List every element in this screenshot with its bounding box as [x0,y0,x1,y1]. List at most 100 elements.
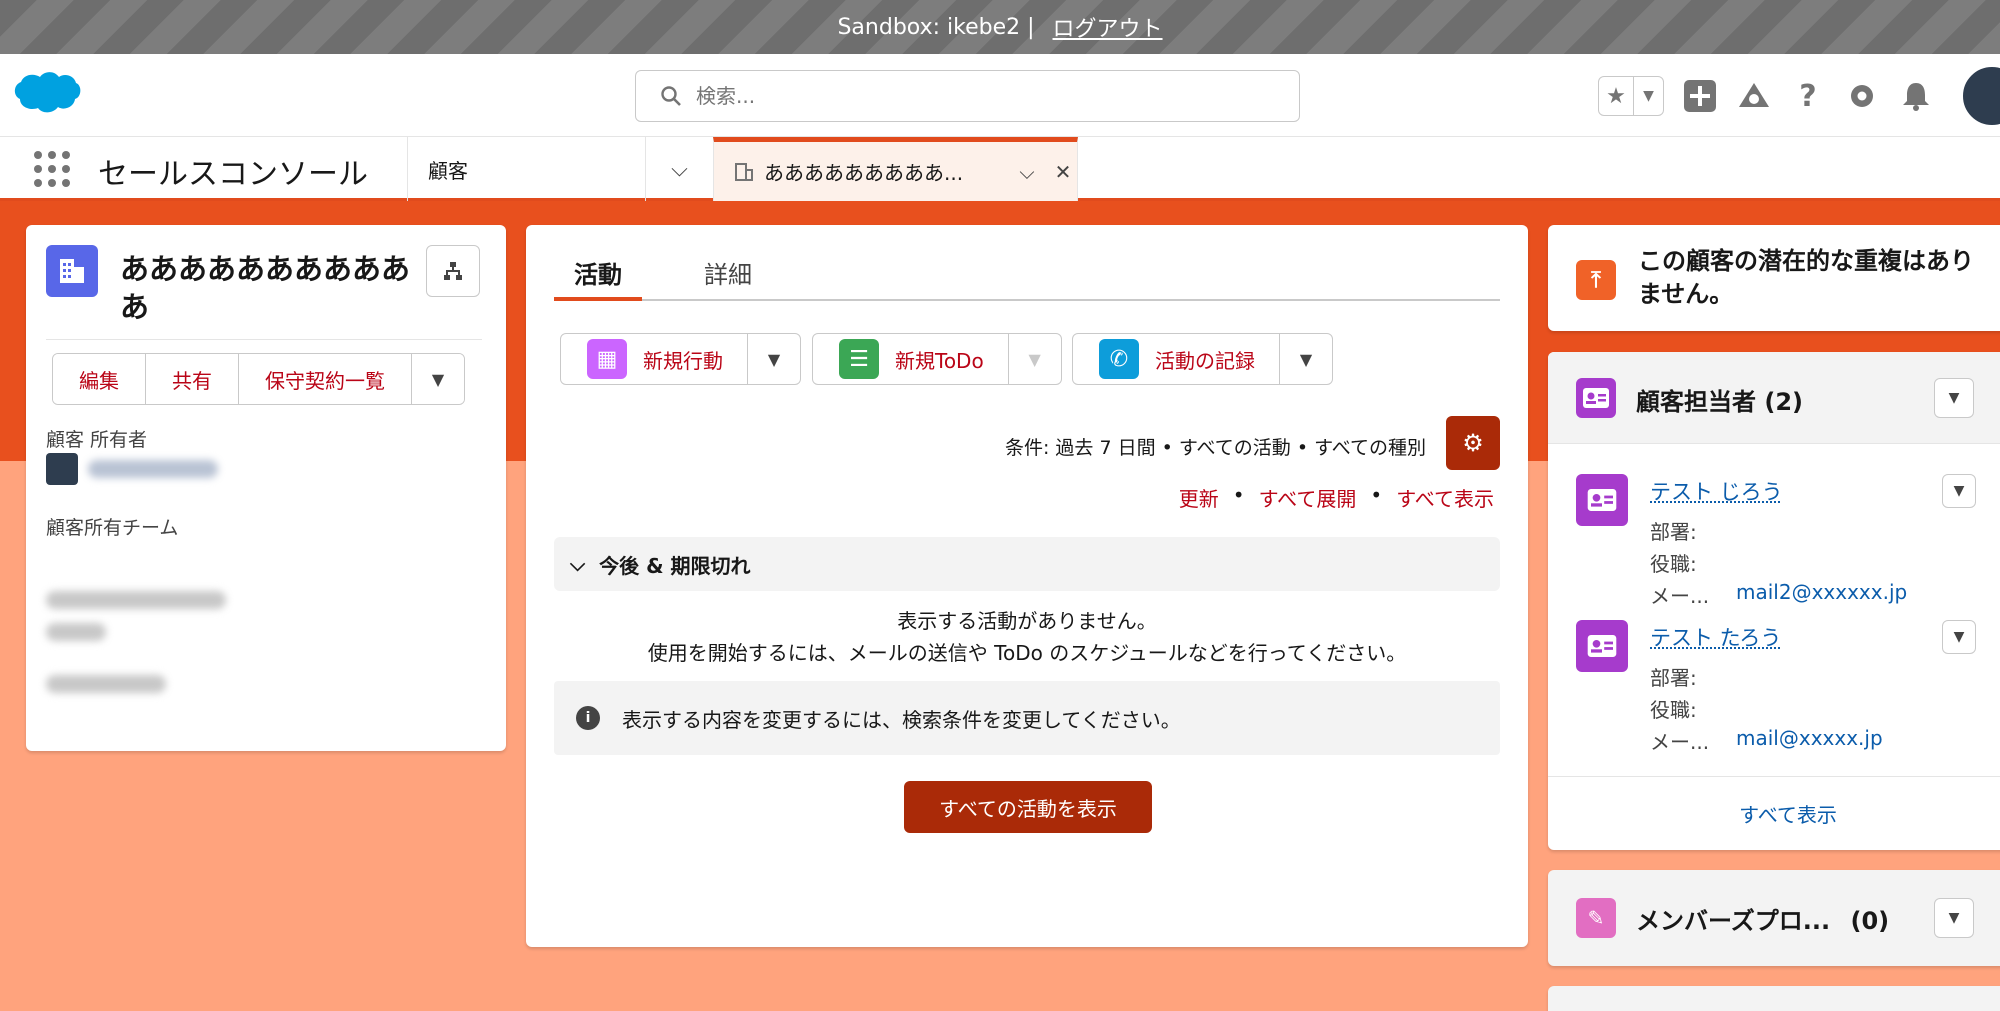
next-related-list [1548,986,2000,1011]
contact-item: テスト じろう 部署: 役職: メー... mail2@xxxxxx.jp ▼ [1576,474,2000,614]
filter-settings-gear-icon[interactable]: ⚙ [1446,416,1500,470]
department-label: 部署: [1650,666,1697,690]
empty-hint: 使用を開始するには、メールの送信や ToDo のスケジュールなどを行ってください… [647,641,1407,665]
filter-summary: 条件: 過去 7 日間 • すべての活動 • すべての種別 [1004,437,1426,459]
nav-menu-chevron-icon[interactable]: ⌵ [645,137,713,201]
contacts-title[interactable]: 顧客担当者 (2) [1636,382,1803,417]
redacted-field-3 [46,675,166,693]
favorites-group: ★ ▼ [1598,76,1664,116]
sandbox-label: Sandbox: ikebe2 | [837,14,1035,40]
log-call-button[interactable]: ✆ 活動の記録 [1073,334,1280,384]
link-separator: • [1370,483,1383,507]
phone-icon: ✆ [1099,339,1139,379]
task-list-icon: ☰ [839,339,879,379]
maintenance-contracts-button[interactable]: 保守契約一覧 [239,354,412,404]
email-label: メー... [1650,584,1710,608]
activity-card: 活動 詳細 ▦ 新規行動 ▼ ☰ 新規ToDo ▼ ✆ 活動の記録 ▼ 条件: … [526,225,1528,947]
contact-name-link[interactable]: テスト たろう [1650,622,1781,652]
contact-card-icon [1576,620,1628,672]
log-call-chevron-icon[interactable]: ▼ [1280,334,1332,384]
star-icon[interactable]: ★ [1599,77,1633,115]
redacted-field-2 [46,623,106,641]
chevron-down-icon[interactable]: ▼ [1633,77,1663,115]
user-avatar[interactable] [1960,64,2000,128]
merge-icon: ⤒ [1576,260,1616,300]
help-icon[interactable]: ? [1790,78,1826,114]
close-icon[interactable]: ✕ [1050,160,1076,184]
contact-item: テスト たろう 部署: 役職: メー... mail@xxxxx.jp ▼ [1576,620,2000,760]
account-actions: 編集 共有 保守契約一覧 ▼ [52,353,465,405]
brush-icon: ✎ [1576,898,1616,938]
app-name: セールスコンソール [98,157,368,192]
refresh-link[interactable]: 更新 [1179,483,1219,512]
trailhead-icon[interactable] [1736,78,1772,114]
account-name: あああああああああああ [120,252,411,324]
title-label: 役職: [1650,552,1697,576]
team-label: 顧客所有チーム [46,517,179,539]
new-event-chevron-icon[interactable]: ▼ [748,334,800,384]
plus-icon[interactable] [1682,78,1718,114]
workspace-tab[interactable]: あああああああああ... ⌵ ✕ [713,137,1078,201]
owner-avatar [46,453,78,485]
app-launcher-icon[interactable] [34,151,70,187]
contact-menu-chevron-icon[interactable]: ▼ [1942,474,1976,508]
global-header: ★ ▼ ? [0,54,2000,137]
contact-menu-chevron-icon[interactable]: ▼ [1942,620,1976,654]
link-separator: • [1232,483,1245,507]
members-menu-chevron-icon[interactable]: ▼ [1934,898,1974,938]
hierarchy-button[interactable] [426,245,480,297]
redacted-field-1 [46,591,226,609]
view-all-link[interactable]: すべて表示 [1396,483,1494,512]
email-link[interactable]: mail2@xxxxxx.jp [1736,580,1907,604]
members-related-list: ✎ メンバーズプロ... (0) ▼ [1548,870,2000,966]
contacts-header: 顧客担当者 (2) ▼ [1548,352,2000,444]
activity-links: 更新 • すべて展開 • すべて表示 [1179,483,1494,512]
workspace-tab-label: あああああああああ... [764,161,964,185]
tab-activity[interactable]: 活動 [554,255,642,301]
calendar-icon: ▦ [587,339,627,379]
tab-details[interactable]: 詳細 [684,255,772,301]
activity-tabs: 活動 詳細 [554,255,1500,301]
divider [46,339,482,340]
info-icon: i [576,706,600,730]
new-task-button[interactable]: ☰ 新規ToDo [813,334,1009,384]
show-all-activities-button[interactable]: すべての活動を表示 [904,781,1152,833]
search-input[interactable] [696,84,1256,108]
contacts-menu-chevron-icon[interactable]: ▼ [1934,378,1974,418]
contact-name-link[interactable]: テスト じろう [1650,476,1783,506]
hierarchy-icon [444,262,462,280]
email-label: メー... [1650,730,1710,754]
owner-value[interactable] [46,453,218,485]
contact-card-icon [1576,474,1628,526]
upcoming-overdue-section[interactable]: ⌵ 今後 & 期限切れ [554,537,1500,591]
email-link[interactable]: mail@xxxxx.jp [1736,726,1883,750]
account-icon [46,245,98,297]
members-title[interactable]: メンバーズプロ... (0) [1636,901,1889,936]
salesforce-logo[interactable] [12,69,82,117]
members-title-label: メンバーズプロ... [1636,907,1831,935]
more-actions-chevron-icon[interactable]: ▼ [412,354,464,404]
gear-icon[interactable] [1844,78,1880,114]
logout-link[interactable]: ログアウト [1053,11,1163,43]
tab-chevron-down-icon[interactable]: ⌵ [1014,160,1040,184]
new-event-button[interactable]: ▦ 新規行動 [561,334,748,384]
owner-name-redacted [88,460,218,478]
expand-all-link[interactable]: すべて展開 [1259,483,1357,512]
section-title: 今後 & 期限切れ [599,553,751,578]
bell-icon[interactable] [1898,78,1934,114]
edit-button[interactable]: 編集 [53,354,146,404]
info-text: 表示する内容を変更するには、検索条件を変更してください。 [622,707,1181,732]
app-navigation: セールスコンソール 顧客 ⌵ あああああああああ... ⌵ ✕ [0,137,2000,201]
contacts-view-all-link[interactable]: すべて表示 [1548,776,2000,850]
new-event-label: 新規行動 [643,348,723,373]
share-button[interactable]: 共有 [146,354,239,404]
members-count: (0) [1850,907,1890,935]
contacts-related-list: 顧客担当者 (2) ▼ テスト じろう 部署: 役職: メー... mail2@… [1548,352,2000,850]
title-label: 役職: [1650,698,1697,722]
global-search[interactable] [635,70,1300,122]
building-icon [735,162,753,181]
nav-item-account[interactable]: 顧客 [407,137,645,201]
sandbox-banner: Sandbox: ikebe2 | ログアウト [0,0,2000,54]
owner-label: 顧客 所有者 [46,429,148,451]
department-label: 部署: [1650,520,1697,544]
